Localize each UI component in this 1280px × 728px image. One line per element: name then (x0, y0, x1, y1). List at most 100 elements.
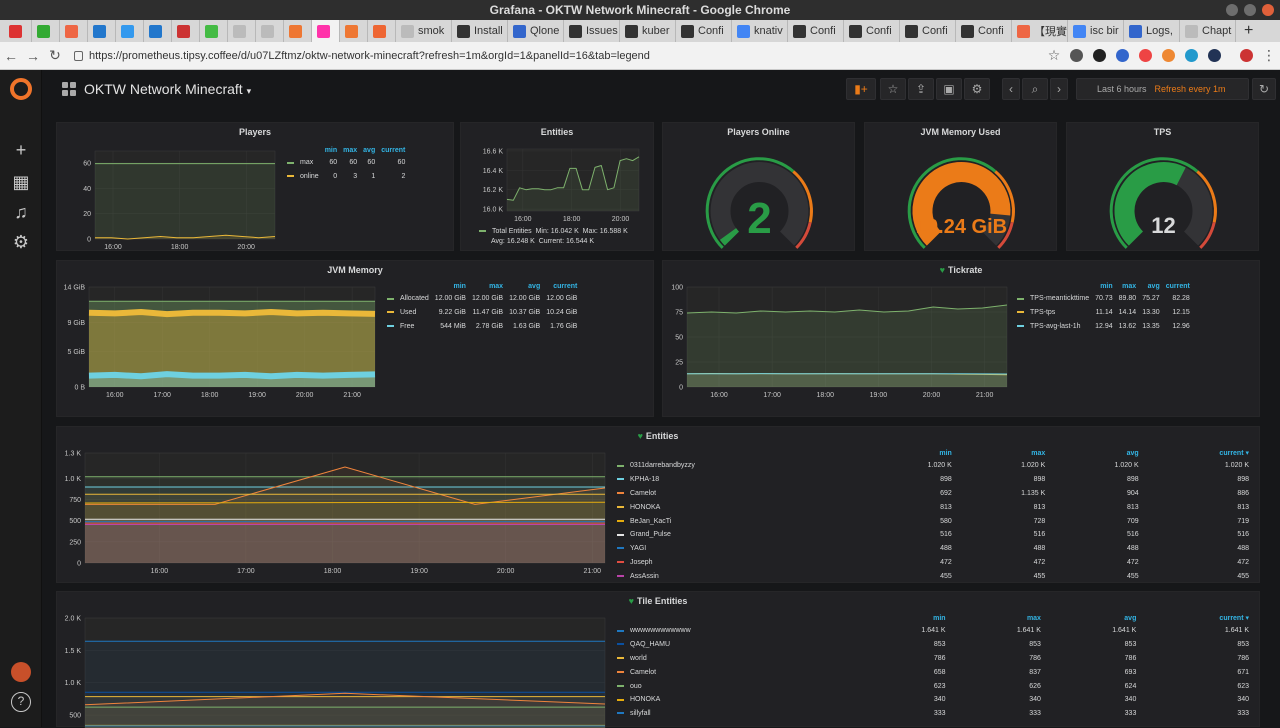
players-graph[interactable]: 020406016:0018:0020:00 (57, 141, 297, 251)
legend-row[interactable]: BeJan_KacTi580728709719 (617, 515, 1249, 529)
browser-tab[interactable] (256, 20, 284, 42)
panel-title[interactable]: JVM Memory Used (865, 127, 1056, 137)
extension-icon[interactable] (1116, 49, 1129, 62)
browser-tab[interactable] (312, 20, 340, 42)
browser-tab[interactable]: Confi (956, 20, 1012, 42)
browser-tab[interactable]: Install (452, 20, 508, 42)
extension-icon[interactable] (1139, 49, 1152, 62)
avatar[interactable] (11, 662, 31, 682)
url-field[interactable]: https://prometheus.tipsy.coffee/d/u07LZf… (74, 50, 1043, 62)
bell-icon[interactable]: ♫ (11, 202, 31, 222)
legend-row[interactable]: sillyfall333333333333 (617, 708, 1249, 722)
panel-title[interactable]: JVM Memory (57, 265, 653, 275)
browser-tab[interactable] (4, 20, 32, 42)
legend-header[interactable]: current ▾ (1136, 614, 1249, 625)
legend-row[interactable]: wwwwwwwwwwww1.641 K1.641 K1.641 K1.641 K (617, 625, 1249, 639)
legend-row[interactable]: HONOKA813813813813 (617, 501, 1249, 515)
browser-tab[interactable] (116, 20, 144, 42)
legend-header[interactable]: current (1160, 283, 1190, 293)
browser-tab[interactable]: Chapt (1180, 20, 1236, 42)
dashboards-icon[interactable]: ▦ (11, 172, 31, 192)
legend-series[interactable]: HONOKA (617, 694, 850, 708)
legend-row[interactable]: max60606060 (287, 157, 405, 171)
legend-header[interactable]: current (375, 147, 405, 157)
browser-tab[interactable]: Qlone (508, 20, 564, 42)
star-dashboard-button[interactable]: ☆ (880, 78, 906, 100)
legend-series[interactable]: QAQ_HAMU (617, 639, 850, 653)
refresh-button[interactable]: ↻ (1252, 78, 1276, 100)
star-icon[interactable]: ☆ (1043, 47, 1065, 64)
panel-title[interactable]: ♥Entities (57, 431, 1259, 441)
browser-tab[interactable]: kuber (620, 20, 676, 42)
legend-series[interactable]: YAGI (617, 543, 858, 557)
legend-row[interactable]: 0311darrebandbyzzy1.020 K1.020 K1.020 K1… (617, 460, 1249, 474)
time-forward-button[interactable]: › (1050, 78, 1068, 100)
legend-row[interactable]: TPS-tps11.1414.1413.3012.15 (1017, 307, 1190, 321)
legend-series[interactable]: BeJan_KacTi (617, 515, 858, 529)
legend-series[interactable]: sillyfall (617, 708, 850, 722)
legend-row[interactable]: world786786786786 (617, 653, 1249, 667)
browser-tab[interactable] (284, 20, 312, 42)
arrow-left-icon[interactable]: ← (0, 48, 22, 64)
settings-button[interactable]: ⚙ (964, 78, 990, 100)
legend-series-label[interactable]: Total Entities (492, 228, 532, 235)
jvm-memory-graph[interactable]: 0 B5 GiB9 GiB14 GiB16:0017:0018:0019:002… (57, 277, 387, 417)
legend-header[interactable]: avg (1041, 614, 1136, 625)
legend-series[interactable]: Allocated (387, 293, 429, 307)
browser-tab[interactable]: isc bir (1068, 20, 1124, 42)
legend-row[interactable]: AssAssin455455455455 (617, 570, 1249, 581)
browser-tab[interactable] (172, 20, 200, 42)
time-back-button[interactable]: ‹ (1002, 78, 1020, 100)
browser-tab[interactable]: smok (396, 20, 452, 42)
legend-series[interactable]: TPS-avg-last-1h (1017, 321, 1089, 335)
panel-title[interactable]: Players Online (663, 127, 854, 137)
legend-series[interactable]: 0311darrebandbyzzy (617, 460, 858, 474)
gear-icon[interactable]: ⚙ (11, 232, 31, 252)
legend-header[interactable]: min (429, 283, 466, 293)
entities-graph[interactable]: 02505007501.0 K1.3 K16:0017:0018:0019:00… (57, 443, 613, 583)
browser-tab[interactable] (228, 20, 256, 42)
browser-tab[interactable]: Logs, (1124, 20, 1180, 42)
legend-row[interactable]: Free544 MiB2.78 GiB1.63 GiB1.76 GiB (387, 321, 577, 335)
help-icon[interactable]: ? (11, 692, 31, 712)
share-button[interactable]: ⇪ (908, 78, 934, 100)
legend-row[interactable]: HONOKA340340340340 (617, 694, 1249, 708)
browser-tab[interactable]: Confi (676, 20, 732, 42)
legend-row[interactable]: YAGI488488488488 (617, 543, 1249, 557)
panel-title[interactable]: TPS (1067, 127, 1258, 137)
legend-series[interactable]: max (287, 157, 319, 171)
entities-small-graph[interactable]: 16.0 K16.2 K16.4 K16.6 K16:0018:0020:00 (461, 139, 655, 229)
legend-row[interactable]: TPS-meantickttime70.7389.8075.2782.28 (1017, 293, 1190, 307)
legend-header[interactable]: max (946, 614, 1041, 625)
legend-series[interactable]: Free (387, 321, 429, 335)
legend-header[interactable]: avg (503, 283, 540, 293)
browser-tab[interactable] (368, 20, 396, 42)
maximize-button[interactable] (1244, 4, 1256, 16)
legend-header[interactable]: current (540, 283, 577, 293)
legend-header[interactable]: max (337, 147, 357, 157)
info-icon[interactable] (1070, 49, 1083, 62)
legend-row[interactable]: Camelot658837693671 (617, 666, 1249, 680)
grafana-logo-icon[interactable] (10, 78, 32, 100)
new-tab-button[interactable]: + (1236, 22, 1261, 40)
browser-tab[interactable]: Confi (788, 20, 844, 42)
minimize-button[interactable] (1226, 4, 1238, 16)
browser-tab[interactable] (32, 20, 60, 42)
legend-header[interactable]: avg (357, 147, 375, 157)
legend-series[interactable]: HONOKA (617, 501, 858, 515)
time-picker[interactable]: Last 6 hoursRefresh every 1m (1076, 78, 1249, 100)
legend-series[interactable]: KPHA-18 (617, 474, 858, 488)
plus-icon[interactable]: + (11, 140, 31, 160)
browser-tab[interactable]: 【現實 (1012, 20, 1068, 42)
panel-title[interactable]: ♥Tile Entities (57, 596, 1259, 606)
legend-row[interactable]: Joseph472472472472 (617, 557, 1249, 571)
legend-header[interactable]: current ▾ (1139, 449, 1249, 460)
dashboard-title[interactable]: OKTW Network Minecraft ▾ (84, 81, 251, 97)
legend-row[interactable]: Camelot6921.135 K904886 (617, 488, 1249, 502)
legend-header[interactable]: min (319, 147, 337, 157)
legend-header[interactable]: min (858, 449, 951, 460)
panel-title[interactable]: Players (57, 127, 453, 137)
extension-icon[interactable] (1093, 49, 1106, 62)
legend-series[interactable]: Camelot (617, 666, 850, 680)
legend-series[interactable]: TPS-meantickttime (1017, 293, 1089, 307)
